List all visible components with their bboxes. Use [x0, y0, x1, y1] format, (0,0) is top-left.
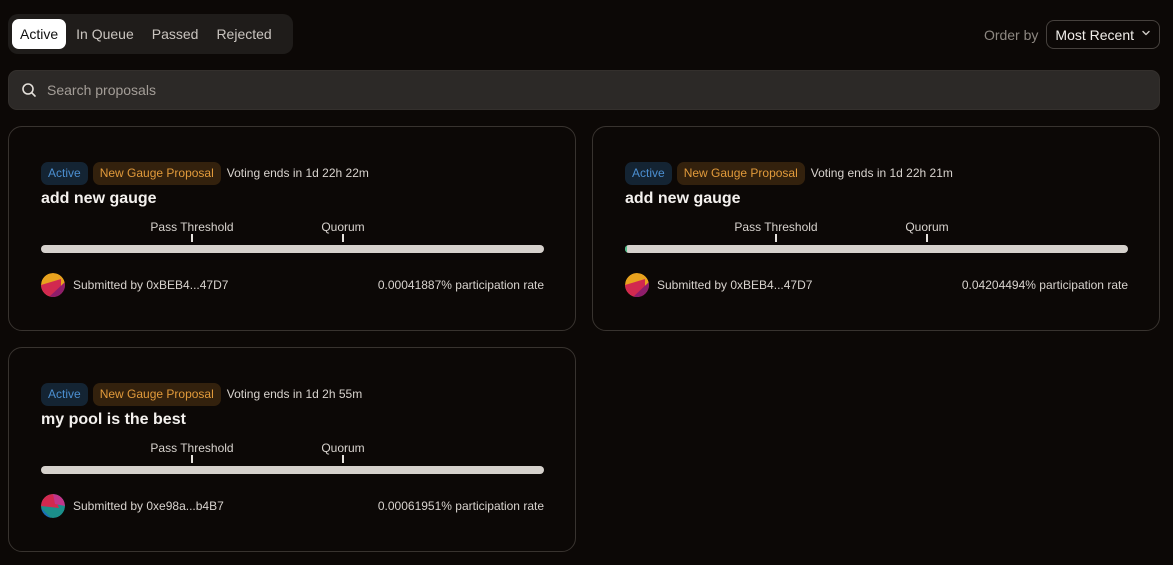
- avatar: [625, 273, 649, 297]
- progress-bar: [41, 466, 544, 474]
- type-badge: New Gauge Proposal: [676, 161, 805, 185]
- progress-fill: [625, 245, 627, 253]
- proposal-title: add new gauge: [625, 190, 741, 207]
- submitted-by: Submitted by 0xe98a...b4B7: [73, 499, 224, 513]
- chevron-down-icon: [1141, 28, 1151, 41]
- quorum-label: Quorum: [321, 441, 365, 455]
- quorum-tick: [342, 234, 344, 242]
- pass-threshold-tick: [775, 234, 777, 242]
- pass-threshold-tick: [191, 455, 193, 463]
- participation-rate: 0.00061951% participation rate: [377, 499, 544, 513]
- status-badge: Active: [41, 382, 88, 406]
- submitted-by: Submitted by 0xBEB4...47D7: [73, 278, 229, 292]
- search-input[interactable]: [47, 82, 1159, 98]
- pass-threshold-tick: [191, 234, 193, 242]
- status-badge: Active: [41, 161, 88, 185]
- submitted-by: Submitted by 0xBEB4...47D7: [657, 278, 813, 292]
- participation-rate: 0.04204494% participation rate: [961, 278, 1128, 292]
- quorum-label: Quorum: [321, 220, 365, 234]
- proposal-card[interactable]: Active New Gauge Proposal Voting ends in…: [592, 126, 1160, 331]
- type-badge: New Gauge Proposal: [92, 161, 221, 185]
- tab-passed[interactable]: Passed: [144, 19, 207, 49]
- quorum-tick: [342, 455, 344, 463]
- order-by-label: Order by: [983, 26, 1039, 43]
- order-select[interactable]: Most Recent: [1046, 20, 1160, 49]
- quorum-tick: [926, 234, 928, 242]
- proposal-title: add new gauge: [41, 190, 157, 207]
- search-icon: [21, 82, 37, 98]
- quorum-label: Quorum: [905, 220, 949, 234]
- progress-area: Pass Threshold Quorum: [625, 220, 1128, 270]
- voting-ends: Voting ends in 1d 2h 55m: [226, 387, 363, 401]
- type-badge: New Gauge Proposal: [92, 382, 221, 406]
- top-bar: Active In Queue Passed Rejected Order by…: [8, 14, 1160, 54]
- order-control: Order by Most Recent: [984, 20, 1160, 49]
- avatar: [41, 273, 65, 297]
- pass-threshold-label: Pass Threshold: [734, 220, 818, 234]
- proposal-card[interactable]: Active New Gauge Proposal Voting ends in…: [8, 347, 576, 552]
- order-select-value: Most Recent: [1055, 26, 1134, 43]
- tab-rejected[interactable]: Rejected: [208, 19, 279, 49]
- avatar: [41, 494, 65, 518]
- tab-in-queue[interactable]: In Queue: [68, 19, 142, 49]
- progress-area: Pass Threshold Quorum: [41, 220, 544, 270]
- progress-bar: [625, 245, 1128, 253]
- progress-bar: [41, 245, 544, 253]
- progress-area: Pass Threshold Quorum: [41, 441, 544, 491]
- status-badge: Active: [625, 161, 672, 185]
- pass-threshold-label: Pass Threshold: [150, 441, 234, 455]
- pass-threshold-label: Pass Threshold: [150, 220, 234, 234]
- search-bar: [8, 70, 1160, 110]
- status-tabs: Active In Queue Passed Rejected: [8, 14, 293, 54]
- proposal-card[interactable]: Active New Gauge Proposal Voting ends in…: [8, 126, 576, 331]
- participation-rate: 0.00041887% participation rate: [377, 278, 544, 292]
- tab-active[interactable]: Active: [12, 19, 67, 49]
- voting-ends: Voting ends in 1d 22h 21m: [810, 166, 953, 180]
- voting-ends: Voting ends in 1d 22h 22m: [226, 166, 369, 180]
- proposal-title: my pool is the best: [41, 411, 186, 428]
